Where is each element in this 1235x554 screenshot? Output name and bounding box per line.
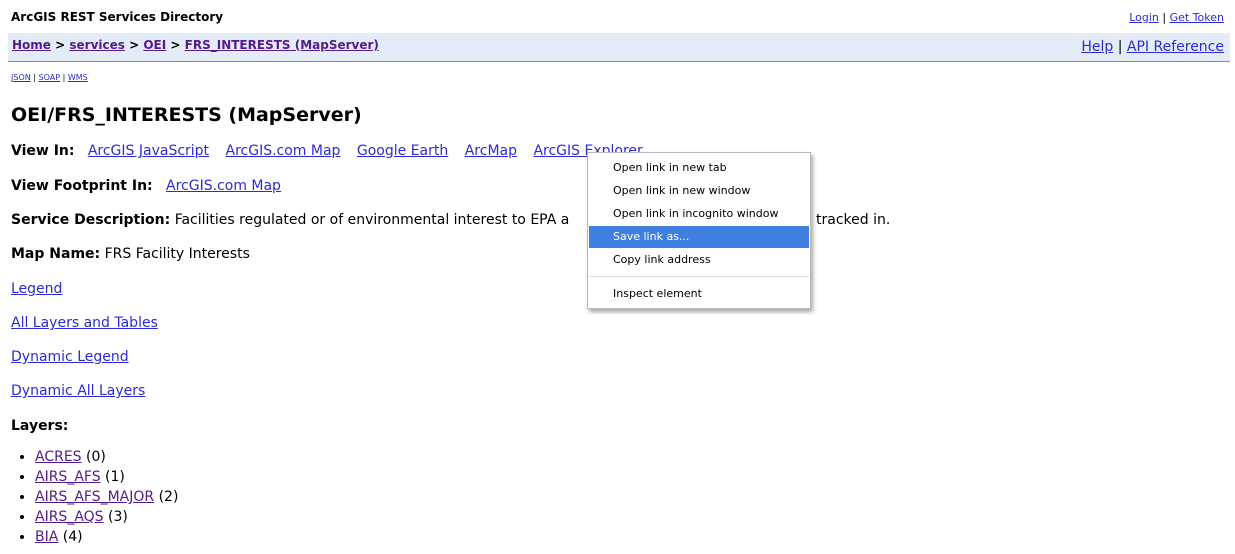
list-item: AIRS_AFS (1): [35, 467, 178, 487]
wms-link[interactable]: WMS: [68, 73, 88, 82]
breadcrumb-current[interactable]: FRS_INTERESTS (MapServer): [185, 38, 379, 52]
menu-item-open-new-window[interactable]: Open link in new window: [589, 180, 809, 202]
legend-row: Legend: [11, 281, 62, 297]
user-links: Login | Get Token: [1129, 11, 1224, 24]
view-in-arcgis-com-map-link[interactable]: ArcGIS.com Map: [226, 143, 341, 159]
page-title: OEI/FRS_INTERESTS (MapServer): [11, 104, 362, 126]
view-in-row: View In: ArcGIS JavaScript ArcGIS.com Ma…: [11, 143, 655, 159]
layers-heading: Layers:: [11, 418, 68, 434]
breadcrumb-oei[interactable]: OEI: [143, 38, 166, 52]
dynamic-legend-link[interactable]: Dynamic Legend: [11, 349, 129, 365]
layer-link-bia[interactable]: BIA: [35, 529, 58, 545]
login-link[interactable]: Login: [1129, 11, 1159, 24]
json-link[interactable]: JSON: [11, 73, 31, 82]
layer-id: (1): [105, 469, 125, 485]
dynamic-all-layers-row: Dynamic All Layers: [11, 383, 145, 399]
layer-list: ACRES (0) AIRS_AFS (1) AIRS_AFS_MAJOR (2…: [23, 447, 178, 547]
service-description-label: Service Description:: [11, 212, 171, 228]
nav-bar: Home > services > OEI > FRS_INTERESTS (M…: [8, 33, 1230, 62]
map-name-label: Map Name:: [11, 246, 101, 262]
layer-id: (0): [86, 449, 106, 465]
help-links: Help | API Reference: [1081, 39, 1224, 55]
layer-link-airs-afs-major[interactable]: AIRS_AFS_MAJOR: [35, 489, 154, 505]
list-item: BIA (4): [35, 527, 178, 547]
all-layers-and-tables-link[interactable]: All Layers and Tables: [11, 315, 158, 331]
list-item: AIRS_AQS (3): [35, 507, 178, 527]
format-links: JSON | SOAP | WMS: [11, 73, 88, 82]
breadcrumb-home[interactable]: Home: [12, 38, 51, 52]
view-footprint-row: View Footprint In: ArcGIS.com Map: [11, 178, 293, 194]
help-links-separator: |: [1117, 39, 1123, 55]
breadcrumb-services[interactable]: services: [69, 38, 125, 52]
view-in-arcmap-link[interactable]: ArcMap: [465, 143, 517, 159]
menu-separator: [589, 276, 809, 277]
view-in-google-earth-link[interactable]: Google Earth: [357, 143, 448, 159]
user-links-separator: |: [1162, 11, 1167, 24]
breadcrumb-separator: >: [170, 38, 181, 52]
context-menu: Open link in new tab Open link in new wi…: [587, 152, 811, 309]
view-footprint-arcgis-com-map-link[interactable]: ArcGIS.com Map: [166, 178, 281, 194]
list-item: AIRS_AFS_MAJOR (2): [35, 487, 178, 507]
breadcrumb-separator: >: [55, 38, 66, 52]
service-description-text: Facilities regulated or of environmental…: [174, 212, 570, 228]
dynamic-all-layers-link[interactable]: Dynamic All Layers: [11, 383, 145, 399]
app-title: ArcGIS REST Services Directory: [11, 10, 224, 24]
breadcrumb: Home > services > OEI > FRS_INTERESTS (M…: [12, 38, 379, 52]
layer-id: (2): [158, 489, 179, 505]
legend-link[interactable]: Legend: [11, 281, 62, 297]
header-bar: ArcGIS REST Services Directory Login | G…: [0, 0, 1235, 30]
get-token-link[interactable]: Get Token: [1170, 11, 1224, 24]
all-layers-row: All Layers and Tables: [11, 315, 158, 331]
format-separator: |: [62, 73, 66, 82]
layer-link-acres[interactable]: ACRES: [35, 449, 82, 465]
dynamic-legend-row: Dynamic Legend: [11, 349, 129, 365]
service-description-row: Service Description: Facilities regulate…: [11, 212, 569, 228]
menu-item-open-new-tab[interactable]: Open link in new tab: [589, 157, 809, 179]
view-in-label: View In:: [11, 143, 75, 159]
view-footprint-label: View Footprint In:: [11, 178, 153, 194]
menu-item-open-incognito[interactable]: Open link in incognito window: [589, 203, 809, 225]
service-description-text-end: tracked in.: [816, 212, 891, 228]
layer-link-airs-aqs[interactable]: AIRS_AQS: [35, 509, 104, 525]
map-name-row: Map Name: FRS Facility Interests: [11, 246, 250, 262]
help-link[interactable]: Help: [1081, 39, 1113, 55]
map-name-value: FRS Facility Interests: [104, 246, 250, 262]
list-item: ACRES (0): [35, 447, 178, 467]
menu-item-save-link-as[interactable]: Save link as...: [589, 226, 809, 248]
breadcrumb-separator: >: [129, 38, 140, 52]
layers-heading-label: Layers:: [11, 418, 69, 434]
menu-item-copy-link-address[interactable]: Copy link address: [589, 249, 809, 271]
menu-item-inspect-element[interactable]: Inspect element: [589, 283, 809, 305]
view-in-arcgis-javascript-link[interactable]: ArcGIS JavaScript: [88, 143, 209, 159]
layer-link-airs-afs[interactable]: AIRS_AFS: [35, 469, 101, 485]
format-separator: |: [33, 73, 36, 82]
layer-id: (4): [62, 529, 83, 545]
soap-link[interactable]: SOAP: [39, 73, 61, 82]
api-reference-link[interactable]: API Reference: [1127, 39, 1224, 55]
layer-id: (3): [108, 509, 128, 525]
